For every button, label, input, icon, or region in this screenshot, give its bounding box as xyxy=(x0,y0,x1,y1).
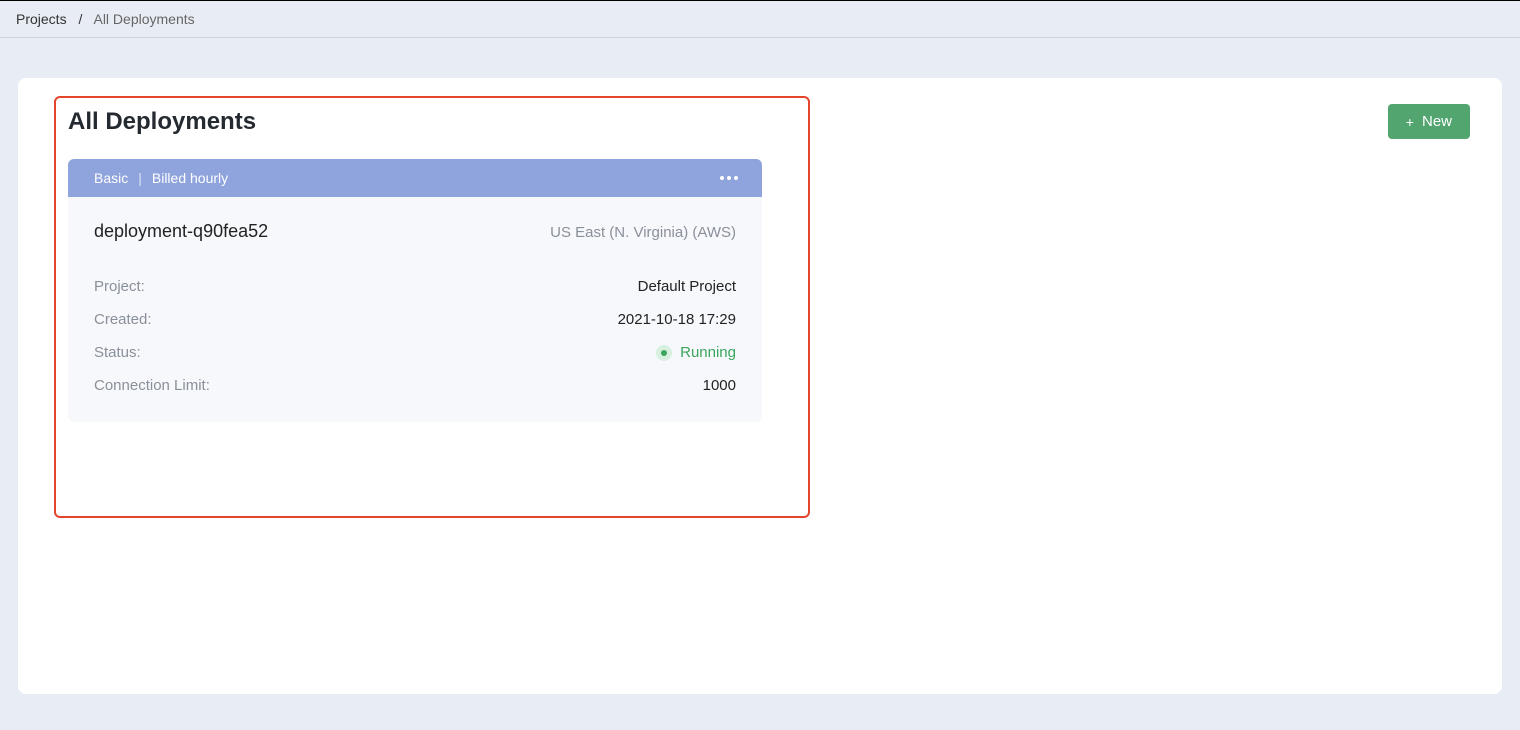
new-button[interactable]: + New xyxy=(1388,104,1470,139)
info-row-status: Status: Running xyxy=(94,336,736,369)
deployment-billing: Billed hourly xyxy=(152,170,228,186)
deployment-card[interactable]: Basic | Billed hourly deployment-q90fea5… xyxy=(68,159,762,422)
deployments-panel: All Deployments + New Basic | Billed hou… xyxy=(18,78,1502,694)
status-indicator-icon xyxy=(656,345,672,361)
info-row-connection-limit: Connection Limit: 1000 xyxy=(94,369,736,402)
created-label: Created: xyxy=(94,311,152,328)
new-button-label: New xyxy=(1422,113,1452,130)
page-title: All Deployments xyxy=(68,108,256,136)
project-label: Project: xyxy=(94,278,145,295)
connection-limit-label: Connection Limit: xyxy=(94,377,210,394)
deployment-card-header: Basic | Billed hourly xyxy=(68,159,762,197)
breadcrumb-current: All Deployments xyxy=(93,11,194,27)
plus-icon: + xyxy=(1406,115,1414,129)
deployment-name: deployment-q90fea52 xyxy=(94,221,268,242)
deployment-tier: Basic xyxy=(94,170,128,186)
created-value: 2021-10-18 17:29 xyxy=(618,311,736,328)
breadcrumb-root-link[interactable]: Projects xyxy=(16,11,67,27)
info-row-project: Project: Default Project xyxy=(94,270,736,303)
status-value: Running xyxy=(656,344,736,361)
deployment-region: US East (N. Virginia) (AWS) xyxy=(550,224,736,241)
header-divider: | xyxy=(138,170,142,186)
more-options-icon[interactable] xyxy=(716,172,742,184)
status-label: Status: xyxy=(94,344,141,361)
status-text: Running xyxy=(680,344,736,361)
breadcrumb: Projects / All Deployments xyxy=(0,0,1520,38)
breadcrumb-separator: / xyxy=(78,11,82,27)
connection-limit-value: 1000 xyxy=(703,377,736,394)
info-row-created: Created: 2021-10-18 17:29 xyxy=(94,303,736,336)
project-value: Default Project xyxy=(638,278,736,295)
